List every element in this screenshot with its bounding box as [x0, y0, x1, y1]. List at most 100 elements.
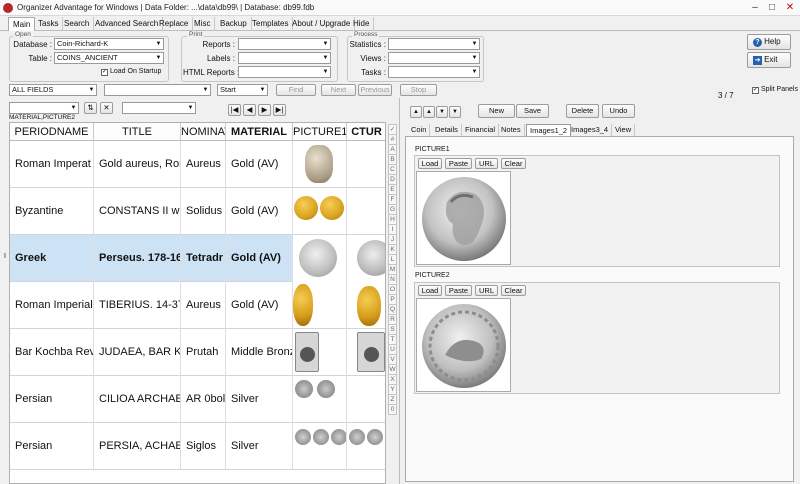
picture2-clear-button[interactable]: Clear: [501, 285, 526, 296]
tab-advanced-search[interactable]: Advanced Search: [91, 17, 164, 31]
reports-select[interactable]: ▼: [238, 38, 331, 50]
column-header-picture2[interactable]: CTUR: [347, 123, 385, 141]
records-grid[interactable]: PERIODNAME TITLE NOMINAT MATERIAL PICTUR…: [9, 122, 386, 484]
labels-select[interactable]: ▼: [238, 52, 331, 64]
column-header-title[interactable]: TITLE: [94, 123, 181, 141]
table-row[interactable]: Roman Imperial TIBERIUS. 14-37 Aureus Go…: [10, 282, 385, 329]
html-reports-label: HTML Reports :: [183, 68, 240, 77]
tab-backup[interactable]: Backup: [216, 17, 252, 31]
views-label: Views :: [360, 54, 386, 63]
save-button[interactable]: Save: [516, 104, 549, 118]
picture1-clear-button[interactable]: Clear: [501, 158, 526, 169]
column-header-material[interactable]: MATERIAL: [226, 123, 293, 141]
chevron-down-icon: ▼: [259, 87, 266, 93]
database-select[interactable]: Coin-Richard-K ▼: [54, 38, 164, 50]
delete-button[interactable]: Delete: [566, 104, 599, 118]
load-on-startup-checkbox[interactable]: ✓: [101, 69, 108, 76]
previous-button[interactable]: Previous: [358, 84, 392, 96]
column-header-picture1[interactable]: PICTURE1: [293, 123, 347, 141]
current-row-indicator: I: [4, 253, 6, 260]
tab-financial[interactable]: Financial: [462, 124, 500, 136]
picture2-image[interactable]: [416, 298, 511, 392]
search-mode-select[interactable]: Start ▼: [217, 84, 268, 96]
table-row[interactable]: Roman Imperat Gold aureus, Rom Aureus Go…: [10, 141, 385, 188]
clear-sort-button[interactable]: ✕: [100, 102, 113, 114]
table-select[interactable]: COINS_ANCIENT ▼: [54, 52, 164, 64]
undo-button[interactable]: Undo: [602, 104, 635, 118]
prev-record-nav-button[interactable]: ▲: [423, 106, 435, 118]
next-record-nav-button[interactable]: ▼: [436, 106, 448, 118]
tab-coin[interactable]: Coin: [408, 124, 431, 136]
tab-search[interactable]: Search: [60, 17, 95, 31]
coin-thumbnail: [367, 429, 383, 445]
table-row[interactable]: Greek Perseus. 178-16 Tetradr Gold (AV): [10, 235, 385, 282]
tab-notes[interactable]: Notes: [498, 124, 525, 136]
picture1-paste-button[interactable]: Paste: [445, 158, 472, 169]
cell-nominal: Solidus: [181, 188, 226, 235]
help-button[interactable]: ? Help: [747, 34, 791, 50]
new-button[interactable]: New: [478, 104, 515, 118]
html-reports-select[interactable]: ▼: [238, 66, 331, 78]
tab-main[interactable]: Main: [8, 17, 36, 31]
first-record-nav-button[interactable]: ▲: [410, 106, 422, 118]
table-row[interactable]: Persian CILIOA ARCHAEM AR 0bol Silver: [10, 376, 385, 423]
picture1-url-button[interactable]: URL: [475, 158, 498, 169]
picture1-image[interactable]: [416, 171, 511, 265]
cell-material: Silver: [226, 376, 293, 423]
cell-material: Gold (AV): [226, 141, 293, 188]
picture1-label: PICTURE1: [415, 146, 450, 153]
tab-images1-2[interactable]: Images1_2: [526, 124, 572, 136]
tab-about-upgrade[interactable]: About / Upgrade: [288, 17, 356, 31]
last-record-button[interactable]: ▶|: [273, 104, 286, 116]
cell-title: JUDAEA, BAR KO(: [94, 329, 181, 376]
picture1-load-button[interactable]: Load: [418, 158, 442, 169]
cell-periodname: Byzantine: [10, 188, 94, 235]
sort-order-button[interactable]: ⇅: [84, 102, 97, 114]
stop-button[interactable]: Stop: [400, 84, 437, 96]
search-input[interactable]: ▼: [104, 84, 211, 96]
last-record-nav-button[interactable]: ▼: [449, 106, 461, 118]
tab-templates[interactable]: Templates: [248, 17, 294, 31]
table-row[interactable]: Persian PERSIA, ACHAEM Siglos Silver: [10, 423, 385, 470]
search-field-select[interactable]: ALL FIELDS ▼: [9, 84, 97, 96]
coin-thumbnail: [305, 145, 333, 183]
tab-misc[interactable]: Misc: [190, 17, 216, 31]
tasks-select[interactable]: ▼: [388, 66, 480, 78]
first-record-button[interactable]: |◀: [228, 104, 241, 116]
table-row[interactable]: Bar Kochba Rev JUDAEA, BAR KO( Prutah Mi…: [10, 329, 385, 376]
coin-thumbnail: [357, 240, 385, 276]
tab-replace[interactable]: Replace: [155, 17, 194, 31]
next-button[interactable]: Next: [321, 84, 356, 96]
table-row[interactable]: Byzantine CONSTANS II wit Solidus Gold (…: [10, 188, 385, 235]
exit-button[interactable]: ➜ Exit: [747, 52, 791, 68]
prev-record-button[interactable]: ◀: [243, 104, 256, 116]
coin-reverse-image: [422, 304, 506, 388]
next-record-button[interactable]: ▶: [258, 104, 271, 116]
coin-thumbnail: [294, 196, 318, 220]
panel-splitter[interactable]: [399, 98, 400, 484]
split-panels-checkbox[interactable]: ✓: [752, 87, 759, 94]
picture2-load-button[interactable]: Load: [418, 285, 442, 296]
tab-view[interactable]: View: [612, 124, 636, 136]
cell-material: Gold (AV): [226, 235, 293, 282]
tab-images3-4[interactable]: Images3_4: [568, 124, 613, 136]
find-button[interactable]: Find: [276, 84, 316, 96]
views-select[interactable]: ▼: [388, 52, 480, 64]
cell-nominal: Tetradr: [181, 235, 226, 282]
column-header-nominat[interactable]: NOMINAT: [181, 123, 226, 141]
alpha-index-28[interactable]: 0: [388, 404, 397, 415]
sort-field-select[interactable]: ▼: [9, 102, 79, 114]
tab-details[interactable]: Details: [432, 124, 462, 136]
exit-label: Exit: [764, 55, 778, 64]
column-header-periodname[interactable]: PERIODNAME: [10, 123, 94, 141]
chevron-down-icon: ▼: [155, 41, 162, 47]
cell-picture2: [347, 282, 385, 329]
picture2-url-button[interactable]: URL: [475, 285, 498, 296]
filter-select[interactable]: ▼: [122, 102, 196, 114]
picture2-paste-button[interactable]: Paste: [445, 285, 472, 296]
close-button[interactable]: ✕: [783, 1, 797, 14]
minimize-button[interactable]: –: [748, 1, 762, 14]
statistics-select[interactable]: ▼: [388, 38, 480, 50]
tab-hide[interactable]: Hide: [349, 17, 375, 31]
maximize-button[interactable]: □: [765, 1, 779, 14]
